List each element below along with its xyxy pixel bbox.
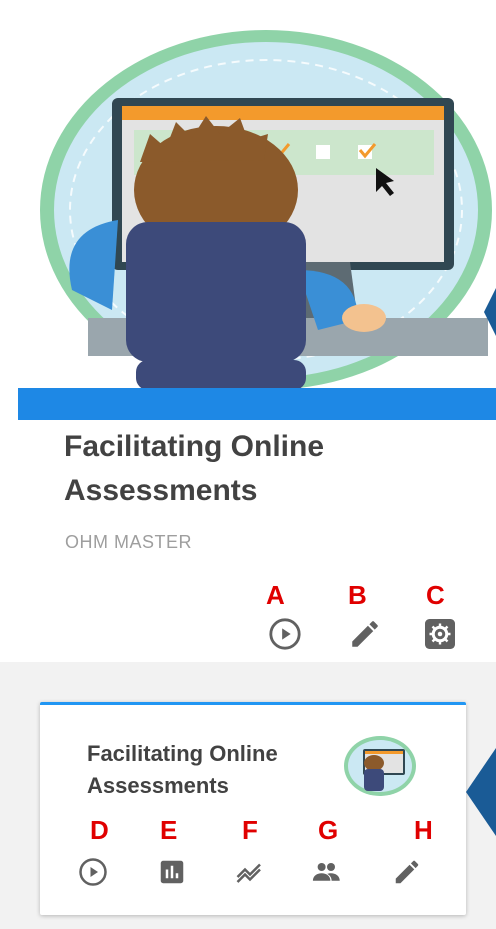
- course-subtitle: OHM MASTER: [65, 532, 193, 552]
- pencil-icon[interactable]: [348, 617, 382, 651]
- people-icon[interactable]: [308, 857, 344, 887]
- bar-chart-icon[interactable]: [157, 857, 187, 887]
- label-b: B: [348, 580, 367, 610]
- label-e: E: [160, 815, 178, 845]
- compact-course-title[interactable]: Facilitating Online Assessments: [87, 738, 337, 802]
- label-h: H: [414, 815, 433, 845]
- pointer-arrow-compact: [466, 748, 496, 836]
- course-card-compact[interactable]: Facilitating Online Assessments D E F G …: [40, 702, 466, 915]
- course-thumbnail: [344, 736, 416, 796]
- label-f: F: [242, 815, 258, 845]
- play-circle-icon[interactable]: [78, 857, 108, 887]
- label-d: D: [90, 815, 109, 845]
- settings-icon[interactable]: [422, 616, 458, 652]
- play-circle-icon[interactable]: [268, 617, 302, 651]
- label-c: C: [426, 580, 445, 610]
- course-title[interactable]: Facilitating Online Assessments: [64, 425, 444, 513]
- pointer-arrow: [484, 280, 496, 344]
- pencil-icon[interactable]: [392, 857, 422, 887]
- course-illustration: [40, 30, 492, 390]
- trend-icon[interactable]: [234, 857, 266, 887]
- card-accent-bar: [18, 388, 496, 420]
- label-a: A: [266, 580, 285, 610]
- label-g: G: [318, 815, 339, 845]
- course-card[interactable]: Facilitating Online Assessments OHM MAST…: [8, 0, 496, 660]
